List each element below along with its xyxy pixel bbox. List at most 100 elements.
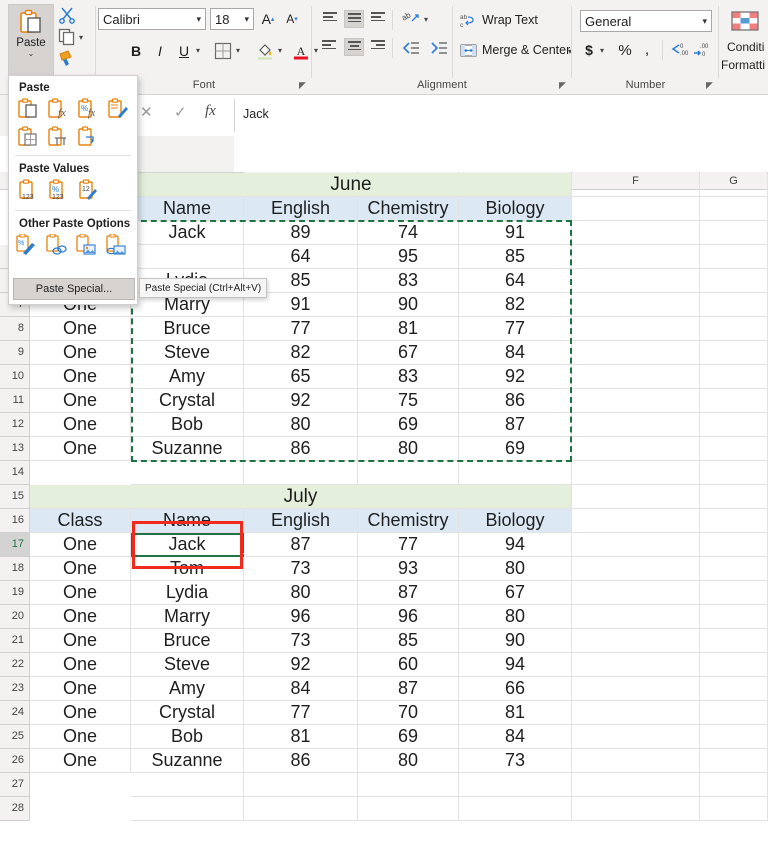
- row-header-28[interactable]: 28: [0, 797, 30, 821]
- cell-D27[interactable]: [358, 773, 459, 797]
- row-header-21[interactable]: 21: [0, 629, 30, 653]
- number-dialog-launcher[interactable]: ◤: [706, 80, 717, 91]
- cell-G12[interactable]: [700, 413, 768, 437]
- currency-button[interactable]: $: [580, 40, 598, 60]
- row-header-25[interactable]: 25: [0, 725, 30, 749]
- row-header-15[interactable]: 15: [0, 485, 30, 509]
- june-biology-7[interactable]: 82: [459, 293, 572, 317]
- cell-E28[interactable]: [459, 797, 572, 821]
- paste-values-number-formatting-icon[interactable]: % 123: [47, 179, 69, 201]
- june-english-8[interactable]: 77: [244, 317, 358, 341]
- july-english-24[interactable]: 77: [244, 701, 358, 725]
- copy-caret-icon[interactable]: ▾: [79, 33, 83, 42]
- cell-G9[interactable]: [700, 341, 768, 365]
- cell-F21[interactable]: [572, 629, 700, 653]
- july-class-18[interactable]: One: [30, 557, 131, 581]
- paste-button[interactable]: Paste ⌄: [8, 4, 54, 76]
- decrease-decimal-button[interactable]: .00 0: [692, 41, 712, 59]
- paste-values-icon[interactable]: 123: [17, 179, 39, 201]
- july-name-20[interactable]: Marry: [131, 605, 244, 629]
- cell-B27[interactable]: [131, 773, 244, 797]
- july-name-22[interactable]: Steve: [131, 653, 244, 677]
- july-class-21[interactable]: One: [30, 629, 131, 653]
- row-header-11[interactable]: 11: [0, 389, 30, 413]
- july-biology-22[interactable]: 94: [459, 653, 572, 677]
- decrease-indent-button[interactable]: [402, 40, 420, 56]
- grow-font-button[interactable]: A ▴: [258, 8, 278, 30]
- formula-input[interactable]: Jack: [234, 99, 768, 132]
- cell-G14[interactable]: [700, 461, 768, 485]
- increase-decimal-button[interactable]: 0 .00: [670, 41, 690, 59]
- cell-G24[interactable]: [700, 701, 768, 725]
- row-header-22[interactable]: 22: [0, 653, 30, 677]
- confirm-check-icon[interactable]: ✓: [174, 103, 187, 121]
- july-english-21[interactable]: 73: [244, 629, 358, 653]
- currency-caret-icon[interactable]: ▾: [600, 46, 604, 55]
- borders-caret-icon[interactable]: ▾: [236, 46, 240, 55]
- align-middle-button[interactable]: [344, 10, 364, 28]
- chevron-down-icon[interactable]: ▾: [196, 14, 201, 25]
- paste-formatting-brush-icon[interactable]: %: [15, 234, 37, 256]
- paste-caret-icon[interactable]: ⌄: [28, 50, 35, 58]
- july-biology-21[interactable]: 90: [459, 629, 572, 653]
- july-chemistry-26[interactable]: 80: [358, 749, 459, 773]
- july-header-name[interactable]: Name: [131, 509, 244, 533]
- july-header-english[interactable]: English: [244, 509, 358, 533]
- paste-icon[interactable]: [17, 98, 39, 120]
- orientation-caret-icon[interactable]: ▾: [424, 15, 428, 24]
- cell-F15[interactable]: [572, 485, 700, 509]
- june-chemistry-4[interactable]: 74: [358, 221, 459, 245]
- june-name-13[interactable]: Suzanne: [131, 437, 244, 461]
- cell-C28[interactable]: [244, 797, 358, 821]
- cell-F14[interactable]: [572, 461, 700, 485]
- paste-no-borders-icon[interactable]: [17, 126, 39, 148]
- percent-button[interactable]: %: [616, 40, 634, 60]
- july-class-23[interactable]: One: [30, 677, 131, 701]
- june-biology-5[interactable]: 85: [459, 245, 572, 269]
- paste-formulas-number-formatting-icon[interactable]: % fx: [77, 98, 99, 120]
- june-chemistry-11[interactable]: 75: [358, 389, 459, 413]
- cell-F8[interactable]: [572, 317, 700, 341]
- june-english-4[interactable]: 89: [244, 221, 358, 245]
- july-name-21[interactable]: Bruce: [131, 629, 244, 653]
- copy-button[interactable]: [58, 28, 76, 46]
- june-chemistry-12[interactable]: 69: [358, 413, 459, 437]
- july-biology-19[interactable]: 67: [459, 581, 572, 605]
- cell-G28[interactable]: [700, 797, 768, 821]
- font-family-combo[interactable]: Calibri ▾: [98, 8, 206, 30]
- july-class-17[interactable]: One: [30, 533, 131, 557]
- cell-F26[interactable]: [572, 749, 700, 773]
- july-name-17[interactable]: Jack: [131, 533, 244, 557]
- cell-F4[interactable]: [572, 221, 700, 245]
- cell-G10[interactable]: [700, 365, 768, 389]
- cut-button[interactable]: [58, 6, 76, 24]
- june-chemistry-8[interactable]: 81: [358, 317, 459, 341]
- june-chemistry-5[interactable]: 95: [358, 245, 459, 269]
- june-class-11[interactable]: One: [30, 389, 131, 413]
- cell-C14[interactable]: [244, 461, 358, 485]
- alignment-dialog-launcher[interactable]: ◤: [559, 80, 570, 91]
- july-chemistry-19[interactable]: 87: [358, 581, 459, 605]
- july-chemistry-20[interactable]: 96: [358, 605, 459, 629]
- june-header-chemistry[interactable]: Chemistry: [358, 197, 459, 221]
- orientation-button[interactable]: ab: [402, 10, 420, 28]
- july-class-24[interactable]: One: [30, 701, 131, 725]
- align-center-button[interactable]: [344, 38, 364, 56]
- row-header-19[interactable]: 19: [0, 581, 30, 605]
- june-name-9[interactable]: Steve: [131, 341, 244, 365]
- june-name-4[interactable]: Jack: [131, 221, 244, 245]
- cell-G4[interactable]: [700, 221, 768, 245]
- cell-G15[interactable]: [700, 485, 768, 509]
- fill-color-button[interactable]: [256, 42, 274, 60]
- cell-E27[interactable]: [459, 773, 572, 797]
- july-header-biology[interactable]: Biology: [459, 509, 572, 533]
- borders-button[interactable]: [214, 42, 232, 60]
- cell-G25[interactable]: [700, 725, 768, 749]
- july-english-19[interactable]: 80: [244, 581, 358, 605]
- cell-F3[interactable]: [572, 197, 700, 221]
- fill-color-caret-icon[interactable]: ▾: [278, 46, 282, 55]
- cell-F5[interactable]: [572, 245, 700, 269]
- cell-G2[interactable]: [700, 173, 768, 197]
- june-english-10[interactable]: 65: [244, 365, 358, 389]
- cell-F18[interactable]: [572, 557, 700, 581]
